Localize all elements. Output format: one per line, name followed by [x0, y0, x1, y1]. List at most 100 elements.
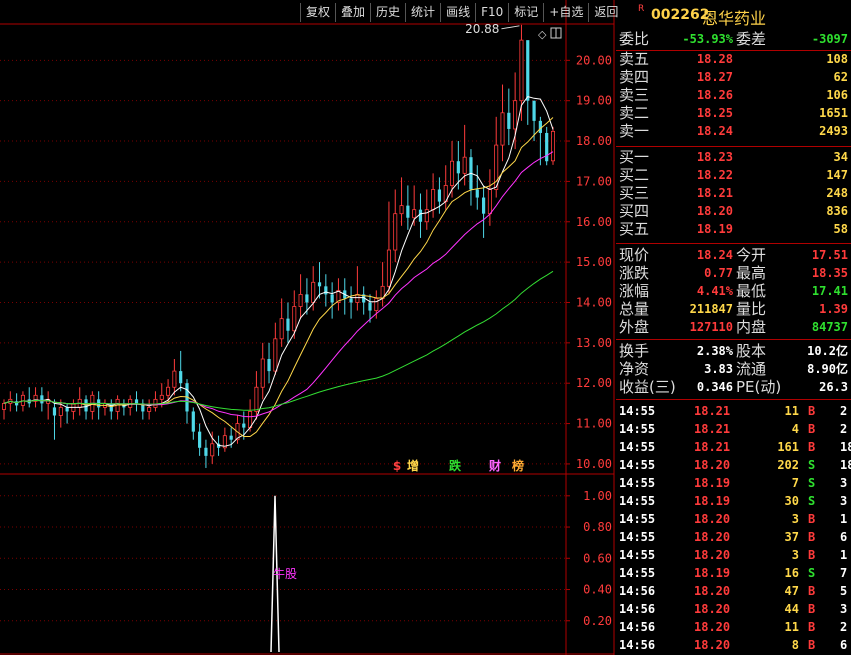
candle-body [198, 431, 202, 448]
stat-label: 量比 [736, 300, 767, 318]
bids-volume: 147 [826, 168, 848, 182]
asks-row[interactable]: 卖一 18.24 2493 [616, 122, 851, 140]
fund-label: 收益(三) [619, 378, 676, 396]
stats-row: 涨幅 4.41% 最低 17.41 [616, 282, 851, 300]
commission-ratio-value: -53.93% [682, 32, 733, 46]
bids-price: 18.22 [696, 168, 733, 182]
asks-row[interactable]: 卖二 18.25 1651 [616, 104, 851, 122]
asks-price: 18.27 [696, 70, 733, 84]
fund-value: 26.3 [819, 380, 848, 394]
event-marker[interactable]: $ [393, 459, 401, 473]
stock-code[interactable]: 002262 [651, 7, 709, 23]
event-marker[interactable]: 榜 [512, 458, 524, 473]
stock-name[interactable]: 恩华药业 [702, 5, 766, 29]
bids-row[interactable]: 买四 18.20 836 [616, 202, 851, 220]
kline-chart[interactable]: 20.00 19.00 18.00 17.00 16.00 15.00 14.00 13.00… [0, 0, 616, 655]
tick-time: 14:55 [619, 458, 656, 472]
bids-level-label: 买一 [619, 148, 650, 166]
tick-price: 18.20 [694, 620, 731, 634]
signal-label: 牛股 [273, 566, 297, 581]
tick-volume: 44 [784, 602, 799, 616]
stat-label: 总量 [619, 300, 650, 318]
bids-row[interactable]: 买五 18.19 58 [616, 220, 851, 238]
candle-body [298, 294, 303, 307]
stat-label: 最低 [736, 282, 767, 300]
candle-body [52, 407, 57, 416]
fund-value: 8.90亿 [807, 362, 848, 376]
diamond-icon[interactable]: ◇ [538, 28, 547, 41]
candle-body [210, 443, 215, 457]
bids-row[interactable]: 买三 18.21 248 [616, 184, 851, 202]
candle-body [159, 394, 164, 400]
price-tick-label: 19.00 [576, 94, 612, 108]
stat-label: 最高 [736, 264, 767, 282]
stat-label: 涨跌 [619, 264, 650, 282]
tick-volume: 161 [777, 440, 799, 454]
tick-side: B [808, 530, 816, 544]
bids-volume: 248 [826, 186, 848, 200]
event-marker[interactable]: 跌 [449, 458, 462, 473]
candle-body [545, 132, 549, 162]
tick-time: 14:55 [619, 476, 656, 490]
toolbar-button-1[interactable]: 叠加 [335, 3, 370, 22]
toolbar-button-3[interactable]: 统计 [405, 3, 440, 22]
candle-body [406, 205, 410, 218]
candle-body [507, 112, 511, 129]
candle-body [519, 39, 524, 102]
candle-body [526, 40, 530, 101]
tick-row: 14:55 18.21 11 B 2 [616, 402, 851, 420]
asks-row[interactable]: 卖三 18.26 106 [616, 86, 851, 104]
bids-level-label: 买二 [619, 166, 650, 184]
candle-body [462, 156, 467, 174]
tick-row: 14:56 18.20 8 B 6 [616, 636, 851, 654]
asks-row[interactable]: 卖四 18.27 62 [616, 68, 851, 86]
candle-body [412, 209, 417, 219]
tick-side: B [808, 512, 816, 526]
event-marker[interactable]: 增 [407, 458, 419, 473]
stats-row: 总量 211847 量比 1.39 [616, 300, 851, 318]
toolbar-button-5[interactable]: F10 [475, 3, 508, 22]
candle-body [349, 298, 353, 303]
tick-row: 14:55 18.19 7 S 3 [616, 474, 851, 492]
asks-price: 18.26 [696, 88, 733, 102]
tick-price: 18.20 [694, 638, 731, 652]
asks-row[interactable]: 卖五 18.28 108 [616, 50, 851, 68]
tick-count: 3 [840, 602, 848, 616]
peak-price-label: 20.88 [465, 22, 499, 36]
commission-diff-value: -3097 [811, 32, 848, 46]
bids-level-label: 买三 [619, 184, 650, 202]
volume-tick-label: 0.60 [583, 551, 612, 565]
toolbar-button-0[interactable]: 复权 [300, 3, 335, 22]
bids-level-label: 买四 [619, 202, 650, 220]
candle-body [109, 403, 113, 412]
candle-body [500, 112, 505, 146]
tick-price: 18.21 [694, 404, 731, 418]
toolbar-button-7[interactable]: +自选 [543, 3, 588, 22]
tick-count: 6 [840, 638, 848, 652]
candle-body [179, 371, 183, 384]
tick-side: S [808, 566, 816, 580]
candle-body [355, 294, 360, 303]
tick-price: 18.20 [694, 512, 731, 526]
toolbar-button-2[interactable]: 历史 [370, 3, 405, 22]
stat-label: 外盘 [619, 318, 650, 336]
tick-side: B [808, 620, 816, 634]
ma60-line [3, 270, 554, 411]
tick-count: 1 [840, 512, 848, 526]
tick-volume: 11 [784, 404, 799, 418]
stat-value: 18.24 [696, 248, 733, 262]
asks-level-label: 卖四 [619, 68, 650, 86]
candle-body [532, 100, 536, 121]
stat-value: 0.77 [704, 266, 733, 280]
tick-price: 18.21 [694, 422, 731, 436]
toolbar-button-4[interactable]: 画线 [440, 3, 475, 22]
event-marker[interactable]: 财 [488, 458, 501, 473]
bids-row[interactable]: 买二 18.22 147 [616, 166, 851, 184]
stat-value: 127110 [689, 320, 733, 334]
tick-row: 14:56 18.20 44 B 3 [616, 600, 851, 618]
candle-body [292, 306, 297, 332]
volume-tick-label: 0.40 [583, 583, 612, 597]
bids-price: 18.21 [696, 186, 733, 200]
toolbar-button-6[interactable]: 标记 [508, 3, 543, 22]
bids-row[interactable]: 买一 18.23 34 [616, 148, 851, 166]
